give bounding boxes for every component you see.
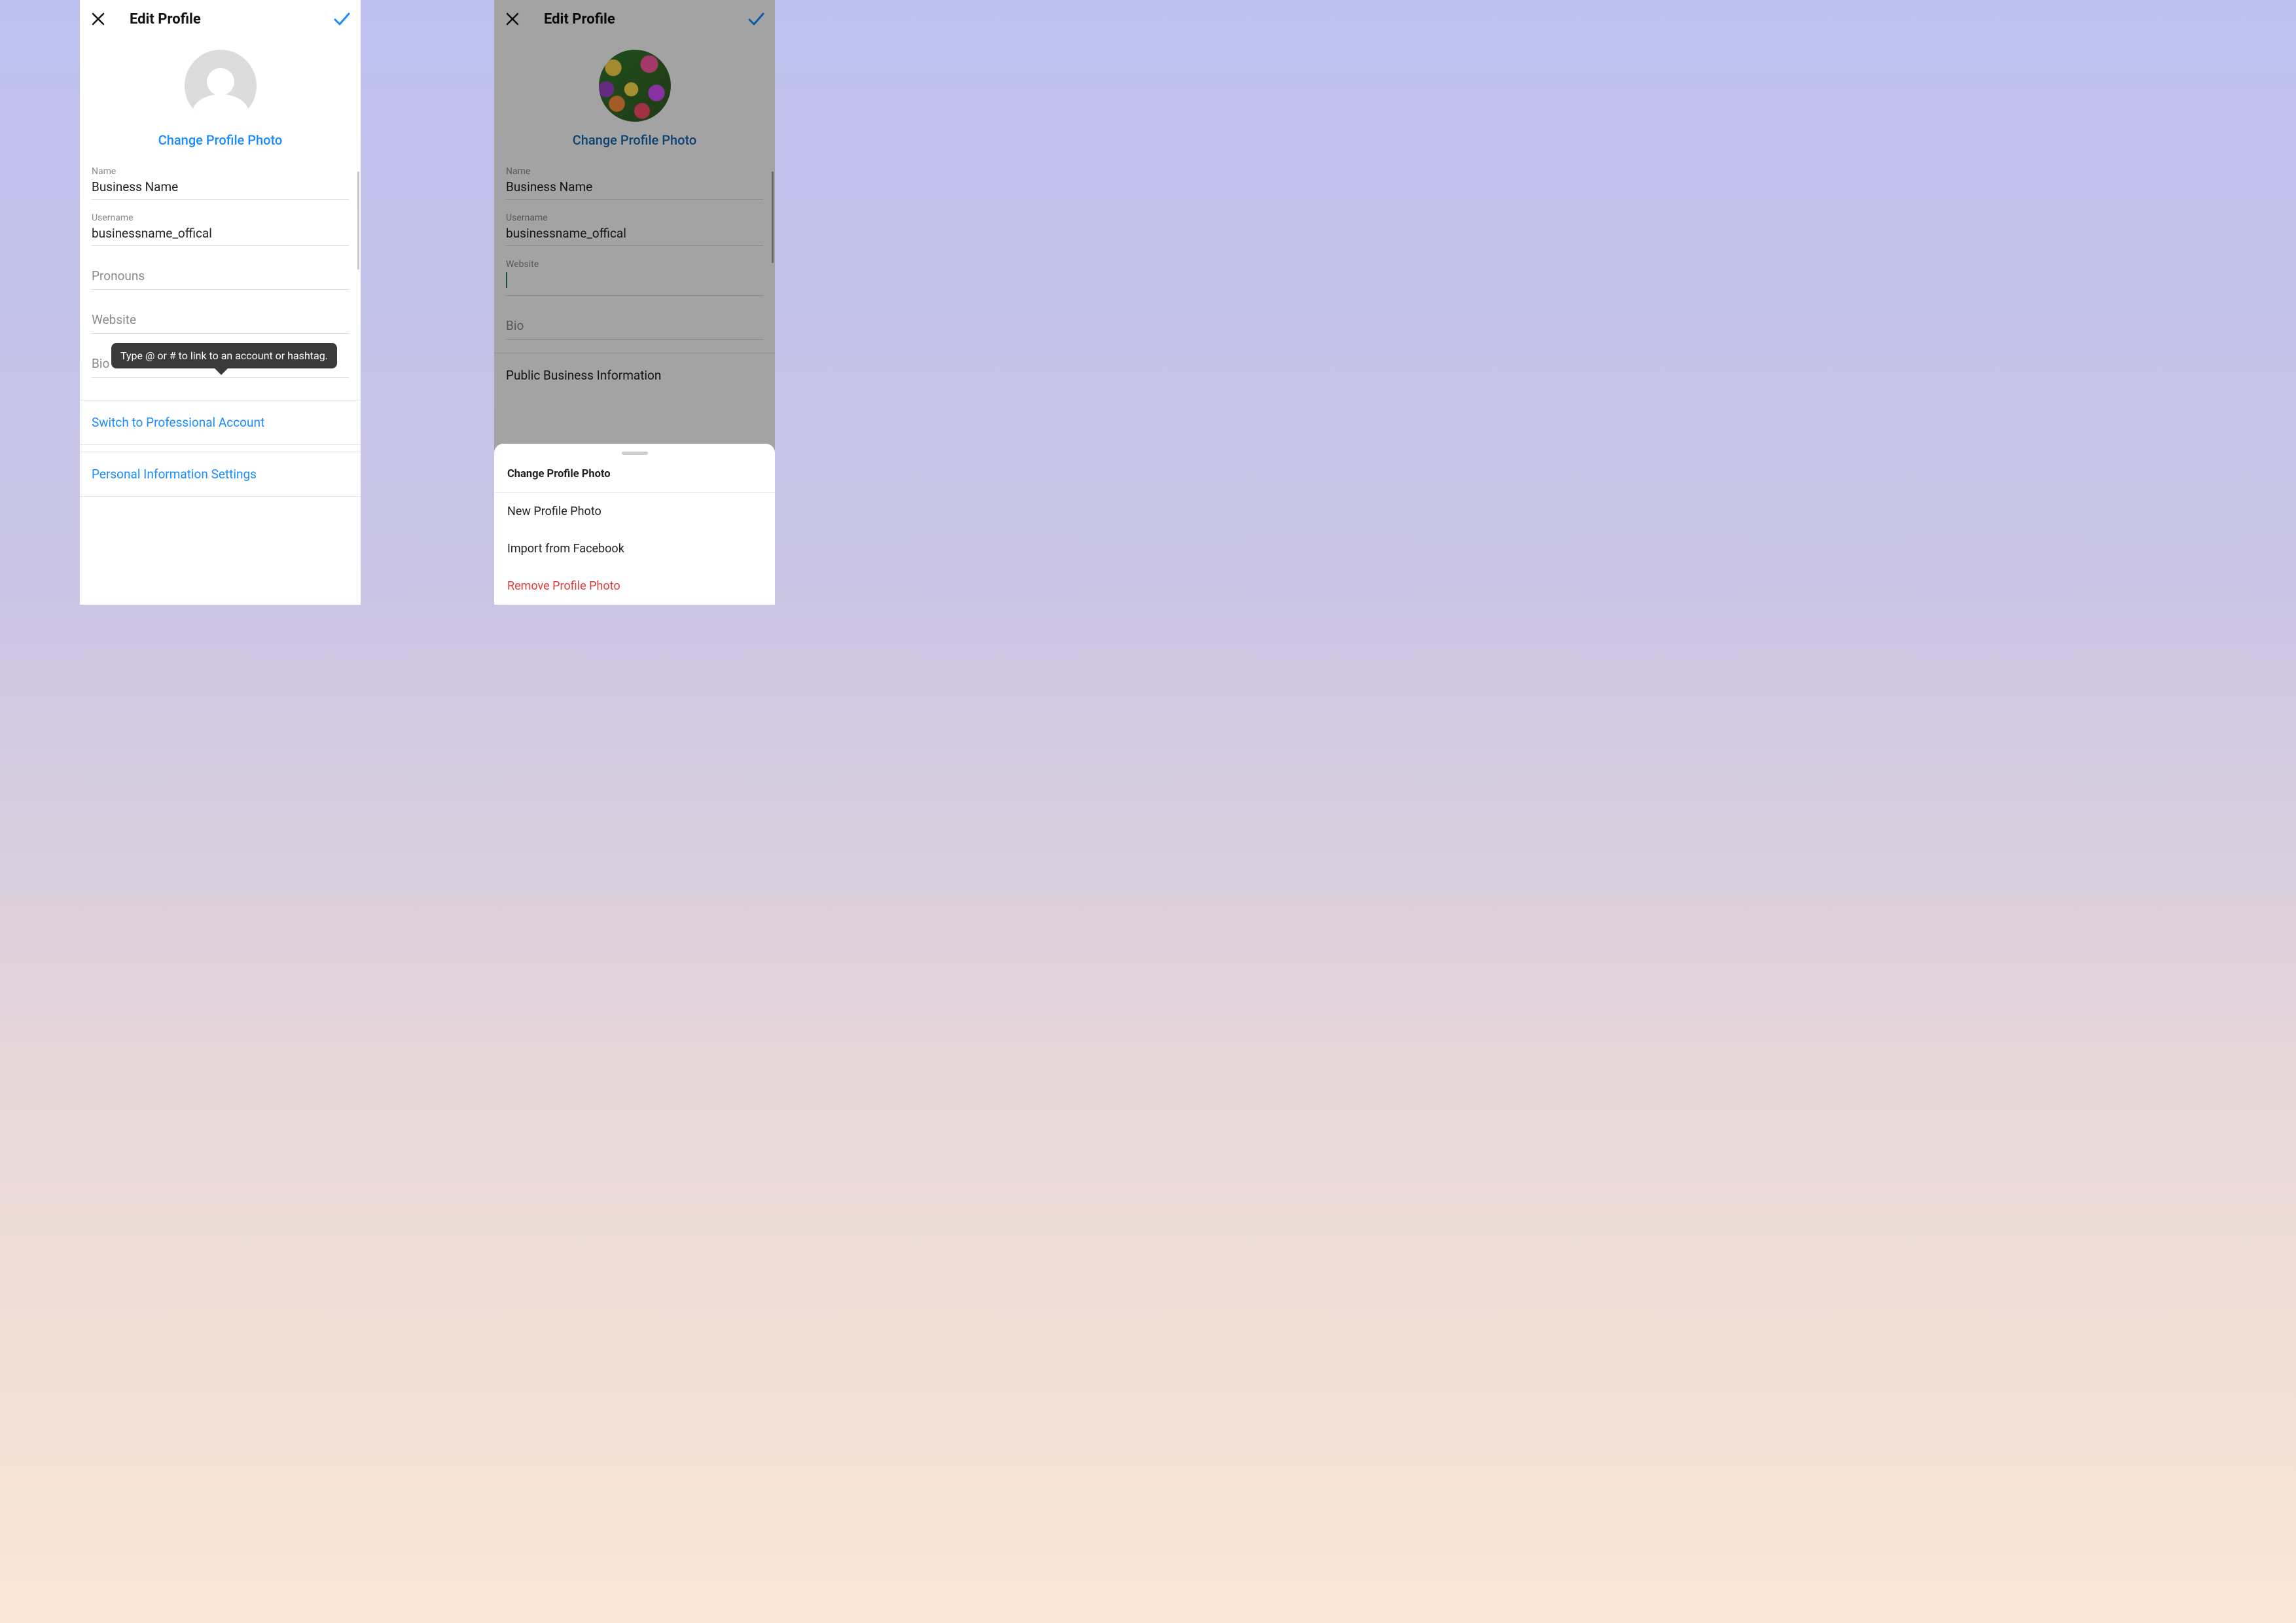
close-icon[interactable]: [89, 10, 107, 28]
website-field[interactable]: Website: [92, 303, 349, 334]
name-value[interactable]: Business Name: [92, 179, 349, 195]
sheet-title: Change Profile Photo: [494, 461, 775, 493]
switch-pro-link[interactable]: Switch to Professional Account: [80, 400, 361, 445]
sheet-grabber[interactable]: [622, 452, 648, 455]
username-field[interactable]: Username businessname_offical: [92, 213, 349, 246]
change-profile-photo-link[interactable]: Change Profile Photo: [80, 132, 361, 148]
phone-right: Edit Profile Change Profile Photo Name B…: [494, 0, 775, 605]
username-value[interactable]: businessname_offical: [92, 226, 349, 241]
pronouns-placeholder[interactable]: Pronouns: [92, 268, 349, 284]
name-field[interactable]: Name Business Name: [92, 166, 349, 200]
name-label: Name: [92, 166, 349, 177]
page-title: Edit Profile: [130, 11, 201, 27]
website-placeholder[interactable]: Website: [92, 312, 349, 328]
sheet-new-photo[interactable]: New Profile Photo: [494, 493, 775, 530]
change-photo-sheet: Change Profile Photo New Profile Photo I…: [494, 444, 775, 605]
avatar-section: Change Profile Photo: [80, 38, 361, 152]
pronouns-field[interactable]: Pronouns: [92, 259, 349, 290]
avatar-placeholder[interactable]: [185, 50, 257, 122]
sheet-remove-photo[interactable]: Remove Profile Photo: [494, 567, 775, 605]
personal-info-link[interactable]: Personal Information Settings: [80, 452, 361, 497]
phone-left: Edit Profile Change Profile Photo Name B…: [80, 0, 361, 605]
scrollbar[interactable]: [357, 171, 359, 270]
username-label: Username: [92, 213, 349, 223]
header: Edit Profile: [80, 0, 361, 38]
edit-profile-form: Name Business Name Username businessname…: [80, 152, 361, 378]
bio-tooltip: Type @ or # to link to an account or has…: [111, 343, 337, 368]
sheet-import-facebook[interactable]: Import from Facebook: [494, 530, 775, 567]
confirm-check-icon[interactable]: [332, 9, 351, 29]
